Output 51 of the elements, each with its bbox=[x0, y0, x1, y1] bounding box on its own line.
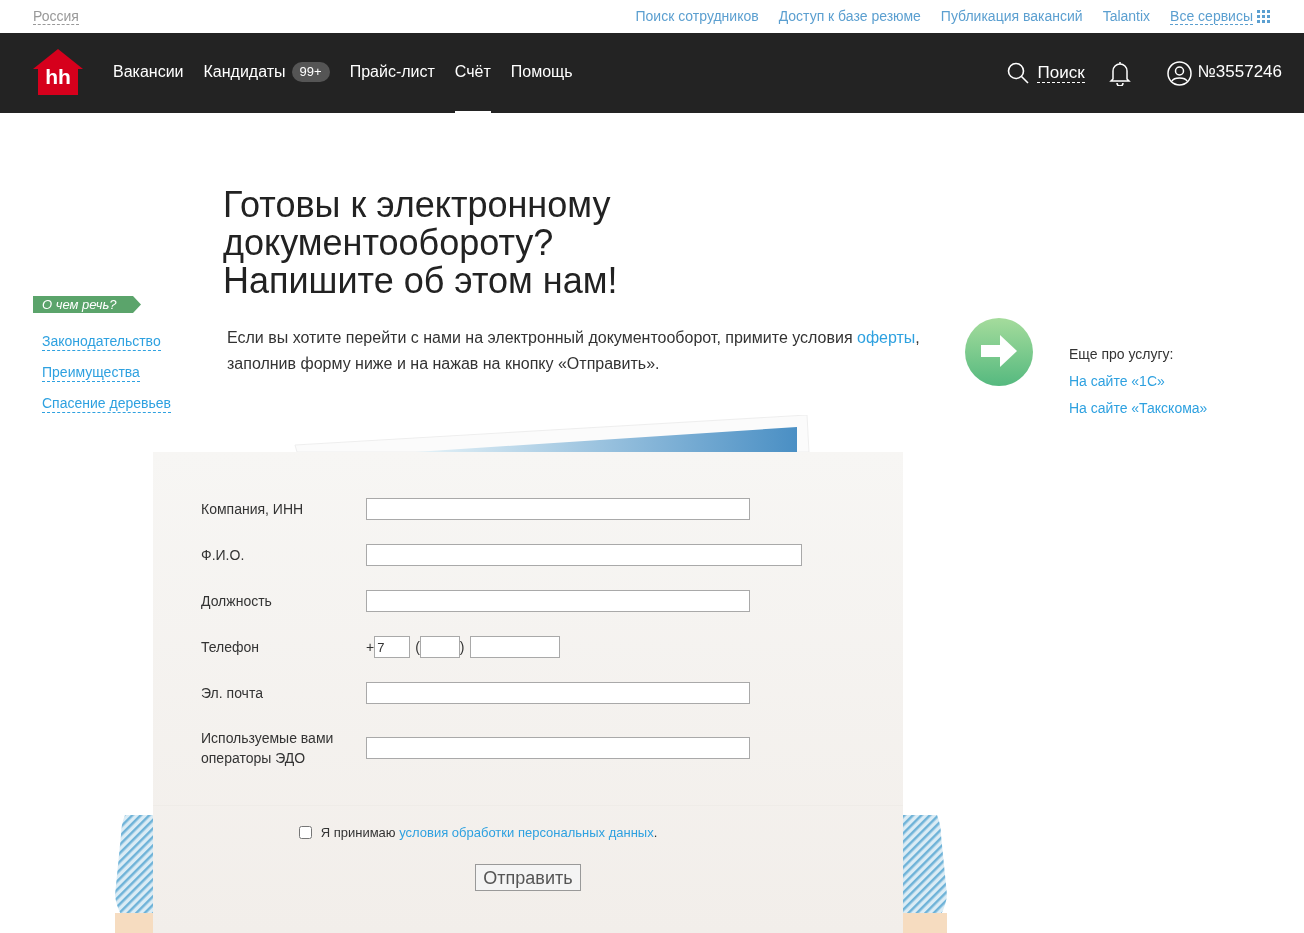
all-services-link[interactable]: Все сервисы bbox=[1170, 8, 1253, 25]
text-field[interactable] bbox=[366, 737, 750, 759]
nav-tab[interactable]: Вакансии bbox=[113, 33, 184, 113]
field-label: Используемые вами операторы ЭДО bbox=[201, 729, 335, 768]
consent-checkbox[interactable] bbox=[298, 826, 312, 840]
search-link[interactable]: Поиск bbox=[1037, 63, 1085, 83]
external-link[interactable]: На сайте «1С» bbox=[1069, 372, 1208, 391]
service-link[interactable]: Доступ к базе резюме bbox=[778, 6, 921, 27]
nav-tab[interactable]: Помощь bbox=[510, 33, 573, 113]
field-label: Эл. почта bbox=[201, 684, 264, 703]
nav-tab[interactable]: Прайс-лист bbox=[349, 33, 435, 113]
sidebar-link[interactable]: Преимущества bbox=[42, 363, 140, 382]
phone-number-field[interactable] bbox=[469, 636, 560, 658]
open-paren: ( bbox=[415, 637, 420, 657]
account-number[interactable]: №3557246 bbox=[1197, 58, 1282, 85]
field-label: Должность bbox=[201, 592, 273, 611]
section-tag: О чем речь? bbox=[33, 296, 141, 313]
submit-button[interactable]: Отправить bbox=[475, 863, 581, 891]
service-link[interactable]: Публикация вакансий bbox=[940, 6, 1083, 27]
close-paren: ) bbox=[459, 637, 465, 657]
user-icon[interactable] bbox=[1166, 60, 1192, 86]
more-title: Еще про услугу: bbox=[1069, 345, 1175, 364]
intro-text: Если вы хотите перейти с нами на электронный документооборот, примите условия оферты, заполнив форму ниже и на нажав на кнопку «Отправить». bbox=[226, 328, 921, 374]
nav-tab[interactable]: Счёт bbox=[454, 33, 491, 113]
consent-text: Я принимаю условия обработки персональных данных. bbox=[320, 824, 658, 842]
logo[interactable]: hh bbox=[33, 49, 83, 95]
nav-tab[interactable]: Кандидаты 99+ bbox=[203, 33, 330, 113]
field-label: Ф.И.О. bbox=[201, 546, 246, 565]
consent-link[interactable]: условия обработки персональных данных bbox=[399, 825, 654, 840]
external-link[interactable]: На сайте «Такскома» bbox=[1069, 399, 1208, 418]
country-code-field[interactable]: 7 bbox=[374, 636, 411, 658]
service-link[interactable]: Talantix bbox=[1102, 6, 1151, 27]
text-field[interactable] bbox=[366, 590, 750, 612]
area-code-field[interactable] bbox=[419, 636, 460, 658]
search-icon[interactable] bbox=[1007, 62, 1030, 84]
offer-link[interactable]: оферты bbox=[857, 329, 916, 346]
sidebar-link[interactable]: Спасение деревьев bbox=[42, 394, 171, 413]
region-link[interactable]: Россия bbox=[33, 8, 79, 25]
arrow-circle-icon[interactable] bbox=[964, 317, 1034, 387]
count-badge: 99+ bbox=[291, 62, 330, 82]
text-field[interactable] bbox=[366, 682, 750, 704]
field-label: Телефон bbox=[201, 638, 261, 657]
page-heading: Готовы к электронному документообороту? Напишите об этом нам! bbox=[223, 186, 619, 300]
text-field[interactable] bbox=[366, 544, 802, 566]
plus-sign: + bbox=[366, 637, 375, 657]
bell-icon[interactable] bbox=[1108, 60, 1131, 86]
text-field[interactable] bbox=[366, 498, 750, 520]
field-label: Компания, ИНН bbox=[201, 500, 305, 519]
sidebar-link[interactable]: Законодательство bbox=[42, 332, 161, 351]
grid-icon[interactable] bbox=[1257, 10, 1270, 23]
service-link[interactable]: Поиск сотрудников bbox=[635, 6, 759, 27]
